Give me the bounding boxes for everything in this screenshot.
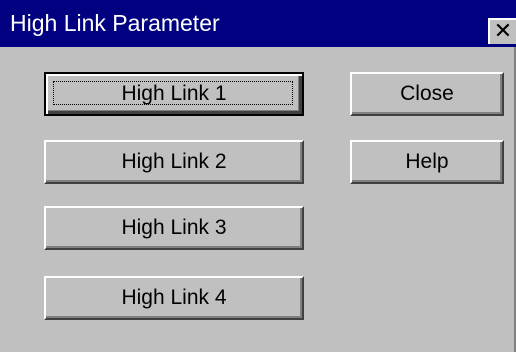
close-label: Close — [400, 82, 454, 105]
high-link-4-button[interactable]: High Link 4 — [44, 276, 304, 320]
help-label: Help — [405, 150, 449, 173]
high-link-2-button[interactable]: High Link 2 — [44, 140, 304, 184]
high-link-4-label: High Link 4 — [121, 286, 227, 309]
high-link-3-button[interactable]: High Link 3 — [44, 206, 304, 250]
help-button[interactable]: Help — [350, 140, 504, 184]
window-title: High Link Parameter — [10, 10, 220, 36]
high-link-2-label: High Link 2 — [121, 150, 227, 173]
high-link-3-label: High Link 3 — [121, 216, 227, 239]
close-button[interactable]: Close — [350, 72, 504, 116]
high-link-1-button[interactable]: High Link 1 — [44, 72, 304, 116]
high-link-parameter-dialog: High Link Parameter ✕ High Link 1 High L… — [0, 0, 516, 352]
high-link-1-label: High Link 1 — [121, 82, 227, 105]
close-icon[interactable]: ✕ — [488, 18, 516, 44]
title-bar[interactable]: High Link Parameter ✕ — [0, 0, 516, 47]
